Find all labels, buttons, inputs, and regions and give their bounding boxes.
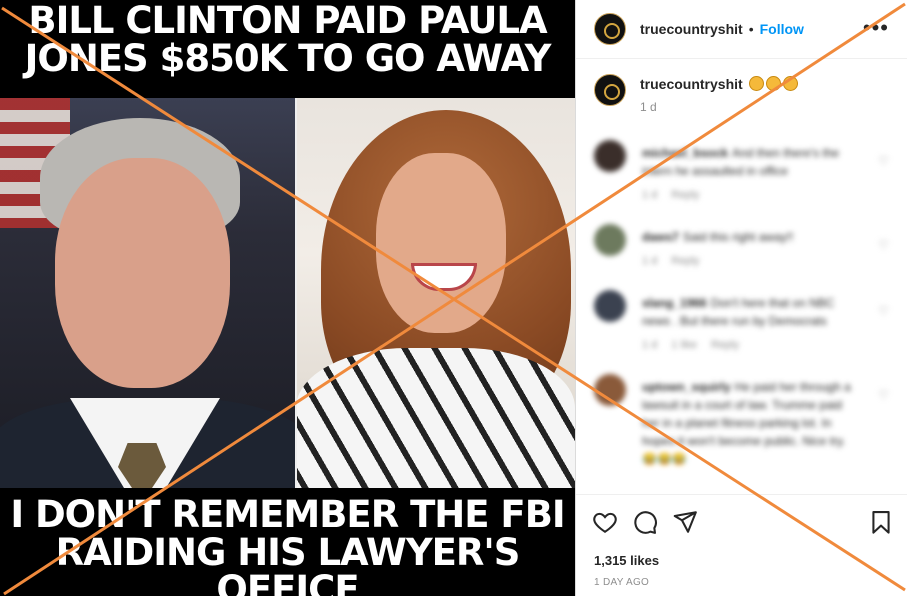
photo-divider <box>295 98 297 488</box>
post-image[interactable]: BILL CLINTON PAID PAULA JONES $850K TO G… <box>0 0 575 596</box>
comment-avatar[interactable] <box>594 224 626 256</box>
caption-timestamp[interactable]: 1 d <box>640 100 798 114</box>
action-bar <box>592 509 892 537</box>
comment-likes[interactable]: 1 like <box>671 339 697 351</box>
comment-username[interactable]: slang_1966 <box>642 296 707 310</box>
bookmark-icon[interactable] <box>868 509 894 535</box>
comments-list: michael_bsock And then there's the intern… <box>576 134 907 494</box>
comment-username[interactable]: uptown_squirly <box>642 380 731 394</box>
thinking-emoji-icon <box>748 76 764 91</box>
avatar[interactable] <box>594 13 626 45</box>
comment-time: 1 d <box>642 339 658 351</box>
thinking-emoji-icon <box>782 76 798 91</box>
comment-heart-icon[interactable]: ♡ <box>878 238 889 252</box>
share-icon[interactable] <box>672 509 698 535</box>
comment-time: 1 d <box>642 255 658 267</box>
photo-woman <box>296 98 575 488</box>
photo-man <box>0 98 296 488</box>
reply-button[interactable]: Reply <box>711 339 739 351</box>
caption-avatar[interactable] <box>594 74 626 106</box>
comment-time: 1 d <box>642 189 658 201</box>
comment-avatar[interactable] <box>594 140 626 172</box>
comment-heart-icon[interactable]: ♡ <box>878 304 889 318</box>
comment-text: Said this right away!! <box>682 230 794 244</box>
comment-avatar[interactable] <box>594 290 626 322</box>
caption-username[interactable]: truecountryshit <box>640 76 743 92</box>
post-timestamp[interactable]: 1 DAY AGO <box>594 577 649 588</box>
post-header: truecountryshit • Follow ••• <box>576 0 907 59</box>
comment-heart-icon[interactable]: ♡ <box>878 154 889 168</box>
follow-button[interactable]: Follow <box>760 21 804 37</box>
meme-bottom-text: I DON'T REMEMBER THE FBI RAIDING HIS LAW… <box>10 493 565 596</box>
instagram-post: BILL CLINTON PAID PAULA JONES $850K TO G… <box>0 0 907 596</box>
reply-button[interactable]: Reply <box>671 255 699 267</box>
comment-username[interactable]: michael_bsock <box>642 146 728 160</box>
more-options-icon[interactable]: ••• <box>863 15 889 41</box>
comment-avatar[interactable] <box>594 374 626 406</box>
comment-icon[interactable] <box>632 509 658 535</box>
post-footer: 1,315 likes 1 DAY AGO <box>576 494 907 597</box>
comment-username[interactable]: daws7 <box>642 230 679 244</box>
meme-top-text: BILL CLINTON PAID PAULA JONES $850K TO G… <box>24 0 552 80</box>
reply-button[interactable]: Reply <box>671 189 699 201</box>
thinking-emoji-icon <box>765 76 781 91</box>
comment-heart-icon[interactable]: ♡ <box>878 388 889 402</box>
separator-dot: • <box>748 21 754 37</box>
likes-count[interactable]: 1,315 likes <box>594 553 659 568</box>
heart-icon[interactable] <box>592 509 618 535</box>
post-side-panel: truecountryshit • Follow ••• truecountry… <box>575 0 907 596</box>
post-caption: truecountryshit 1 d <box>594 74 798 114</box>
header-username[interactable]: truecountryshit <box>640 21 743 37</box>
